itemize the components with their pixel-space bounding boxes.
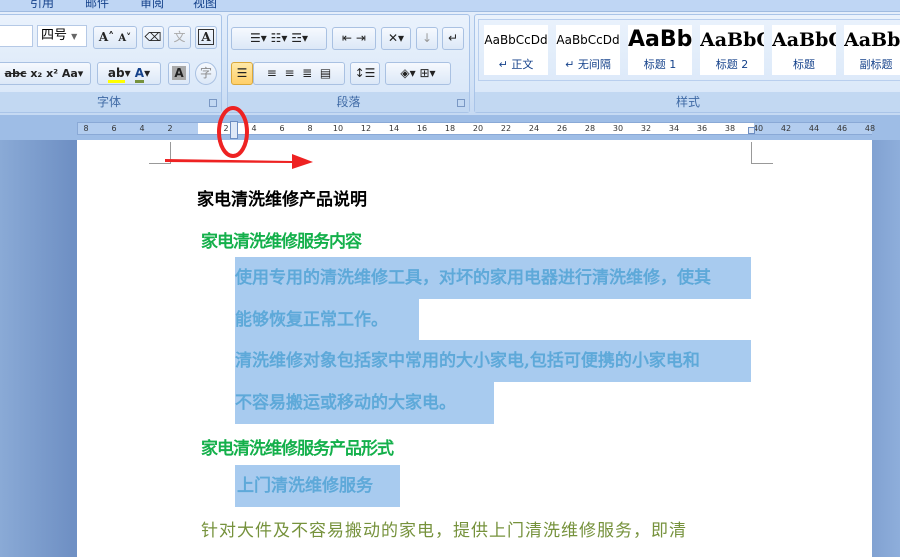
annotation-overlay	[165, 106, 313, 169]
annotation-circle	[217, 106, 249, 158]
annotation-arrow-icon	[165, 154, 313, 169]
